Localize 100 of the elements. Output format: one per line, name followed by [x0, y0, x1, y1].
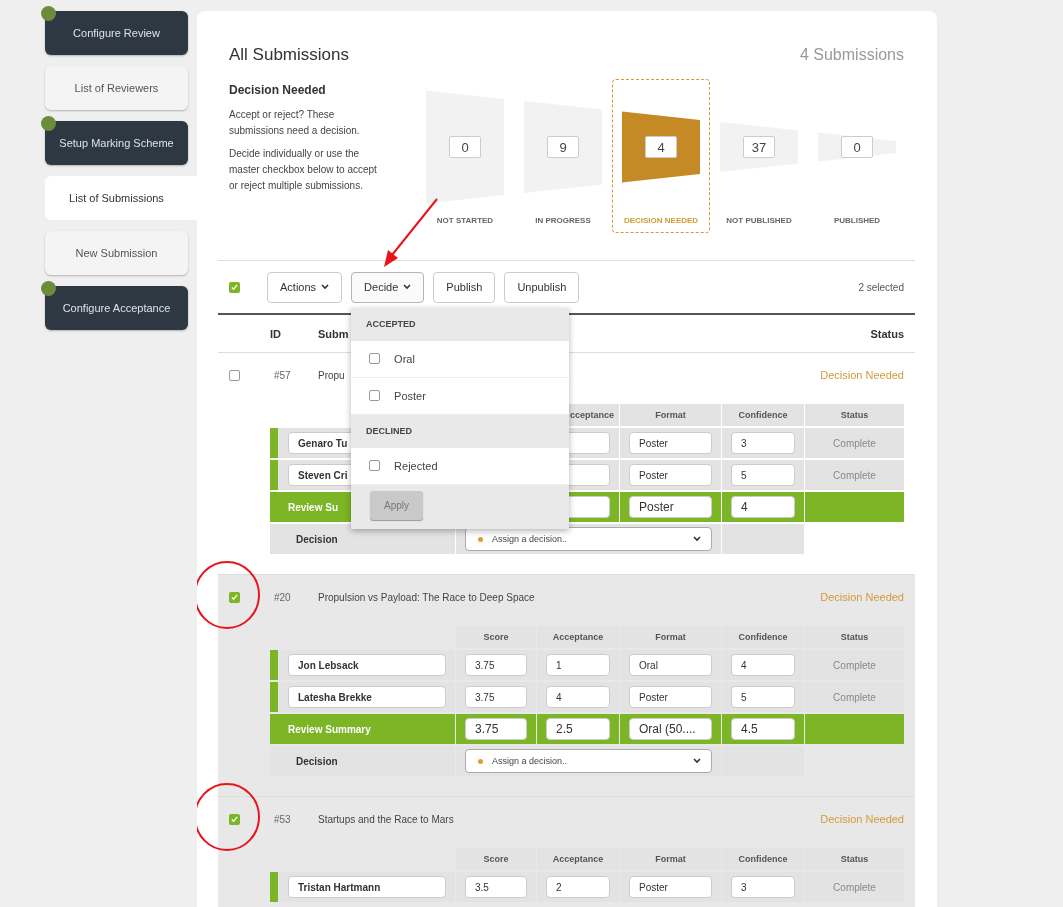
reviewer-field[interactable]: Latesha Brekke: [288, 686, 446, 708]
format-field[interactable]: Poster: [629, 876, 712, 898]
option-checkbox[interactable]: [369, 353, 381, 364]
acceptance-field[interactable]: 2: [546, 876, 610, 898]
menu-option[interactable]: Rejected: [394, 459, 438, 472]
submission-status: Decision Needed: [820, 369, 904, 381]
toolbar-button[interactable]: Unpublish: [504, 271, 580, 303]
row-checkbox[interactable]: [229, 813, 240, 825]
caret-icon: [693, 536, 701, 542]
sidebar-item[interactable]: Configure Acceptance: [45, 286, 188, 330]
caret-icon: [693, 758, 701, 764]
column-header: Score: [456, 626, 536, 648]
column-header: Status: [805, 404, 904, 426]
submission-id: #20: [274, 591, 292, 603]
stage-label: IN PROGRESS: [535, 216, 591, 225]
selection-count: 2 selected: [858, 281, 904, 293]
section-heading: Decision Needed: [229, 83, 327, 97]
review-status: Complete: [833, 437, 876, 449]
column-header: ID: [270, 327, 282, 340]
stage-label: PUBLISHED: [833, 216, 881, 225]
intro-text: Decide individually or use the master checkbox below to accept or reject multiple submissions.: [229, 147, 378, 193]
stage-count: 0: [449, 136, 481, 158]
summary-label: Review Summary: [287, 723, 371, 735]
sidebar-item[interactable]: List of Reviewers: [45, 66, 188, 110]
column-header: Status: [805, 848, 904, 870]
status-dot-icon: [41, 6, 56, 21]
format-field[interactable]: Poster: [629, 432, 712, 454]
confidence-field[interactable]: 3: [731, 432, 795, 454]
master-checkbox[interactable]: [229, 281, 240, 293]
sidebar-item[interactable]: Configure Review: [45, 11, 188, 55]
score-field[interactable]: 3.75: [465, 686, 527, 708]
row-checkbox[interactable]: [229, 369, 240, 381]
reviewer-field[interactable]: Jon Lebsack: [288, 654, 446, 676]
caret-icon: [403, 284, 412, 290]
funnel-stage[interactable]: 0 PUBLISHED: [808, 79, 906, 233]
review-status: Complete: [833, 659, 876, 671]
funnel-stage[interactable]: 9 IN PROGRESS: [514, 79, 612, 233]
stage-label: DECISION NEEDED: [623, 216, 699, 225]
funnel-stage[interactable]: 37 NOT PUBLISHED: [710, 79, 808, 233]
stage-label: NOT STARTED: [436, 216, 494, 225]
menu-option[interactable]: Oral: [394, 352, 415, 365]
sidebar-item[interactable]: New Submission: [45, 231, 188, 275]
acceptance-field[interactable]: 1: [546, 654, 610, 676]
stage-count: 4: [645, 136, 677, 158]
submission-title: Propulsion vs Payload: The Race to Deep Space: [318, 591, 535, 603]
review-status: Complete: [833, 469, 876, 481]
format-field[interactable]: Oral: [629, 654, 712, 676]
status-dot-icon: [41, 281, 56, 296]
column-header: Confidence: [722, 404, 804, 426]
column-header: Subm: [318, 327, 349, 340]
submission-status: Decision Needed: [820, 591, 904, 603]
review-status: Complete: [833, 881, 876, 893]
submission-id: #53: [274, 813, 292, 825]
reviewer-field[interactable]: Tristan Hartmann: [288, 876, 446, 898]
sidebar-item[interactable]: Setup Marking Scheme: [45, 121, 188, 165]
score-field[interactable]: 3.5: [465, 876, 527, 898]
summary-confidence-field[interactable]: 4.5: [731, 718, 795, 740]
column-header: Format: [620, 626, 721, 648]
confidence-field[interactable]: 5: [731, 464, 795, 486]
summary-confidence-field[interactable]: 4: [731, 496, 795, 518]
option-checkbox[interactable]: [369, 460, 381, 471]
funnel-stage[interactable]: 0 NOT STARTED: [416, 79, 514, 233]
row-checkbox[interactable]: [229, 591, 240, 603]
intro-text: Accept or reject? These submissions need a decision.: [229, 108, 361, 138]
option-checkbox[interactable]: [369, 390, 381, 401]
decision-select[interactable]: Assign a decision..: [465, 527, 712, 551]
sidebar-item[interactable]: List of Submissions: [45, 176, 197, 220]
column-header: Acceptance: [537, 626, 619, 648]
summary-format-field[interactable]: Oral (50....: [629, 718, 712, 740]
decision-label: Decision: [295, 533, 338, 545]
acceptance-field[interactable]: 4: [546, 686, 610, 708]
format-field[interactable]: Poster: [629, 686, 712, 708]
decision-select[interactable]: Assign a decision..: [465, 749, 712, 773]
caret-icon: [321, 284, 330, 290]
score-field[interactable]: 3.75: [465, 654, 527, 676]
menu-group-heading: DECLINED: [351, 414, 570, 448]
review-status: Complete: [833, 691, 876, 703]
submission-title: Propu: [318, 369, 345, 381]
menu-option[interactable]: Poster: [394, 389, 426, 402]
submission-status: Decision Needed: [820, 813, 904, 825]
format-field[interactable]: Poster: [629, 464, 712, 486]
funnel-stage[interactable]: 4 DECISION NEEDED: [612, 79, 710, 233]
submission-title: Startups and the Race to Mars: [318, 813, 454, 825]
column-header: Format: [620, 848, 721, 870]
confidence-field[interactable]: 4: [731, 654, 795, 676]
menu-group-heading: ACCEPTED: [351, 307, 570, 341]
page-title: All Submissions: [229, 45, 349, 65]
summary-label: Review Su: [287, 501, 339, 513]
column-header: Score: [456, 848, 536, 870]
summary-format-field[interactable]: Poster: [629, 496, 712, 518]
column-header: Format: [620, 404, 721, 426]
confidence-field[interactable]: 5: [731, 686, 795, 708]
toolbar-button[interactable]: Publish: [433, 271, 496, 303]
toolbar-button[interactable]: Decide: [351, 271, 425, 303]
column-header: Status: [805, 626, 904, 648]
summary-score-field[interactable]: 3.75: [465, 718, 527, 740]
summary-acceptance-field[interactable]: 2.5: [546, 718, 610, 740]
toolbar-button[interactable]: Actions: [267, 271, 343, 303]
confidence-field[interactable]: 3: [731, 876, 795, 898]
status-dot-icon: [41, 116, 56, 131]
